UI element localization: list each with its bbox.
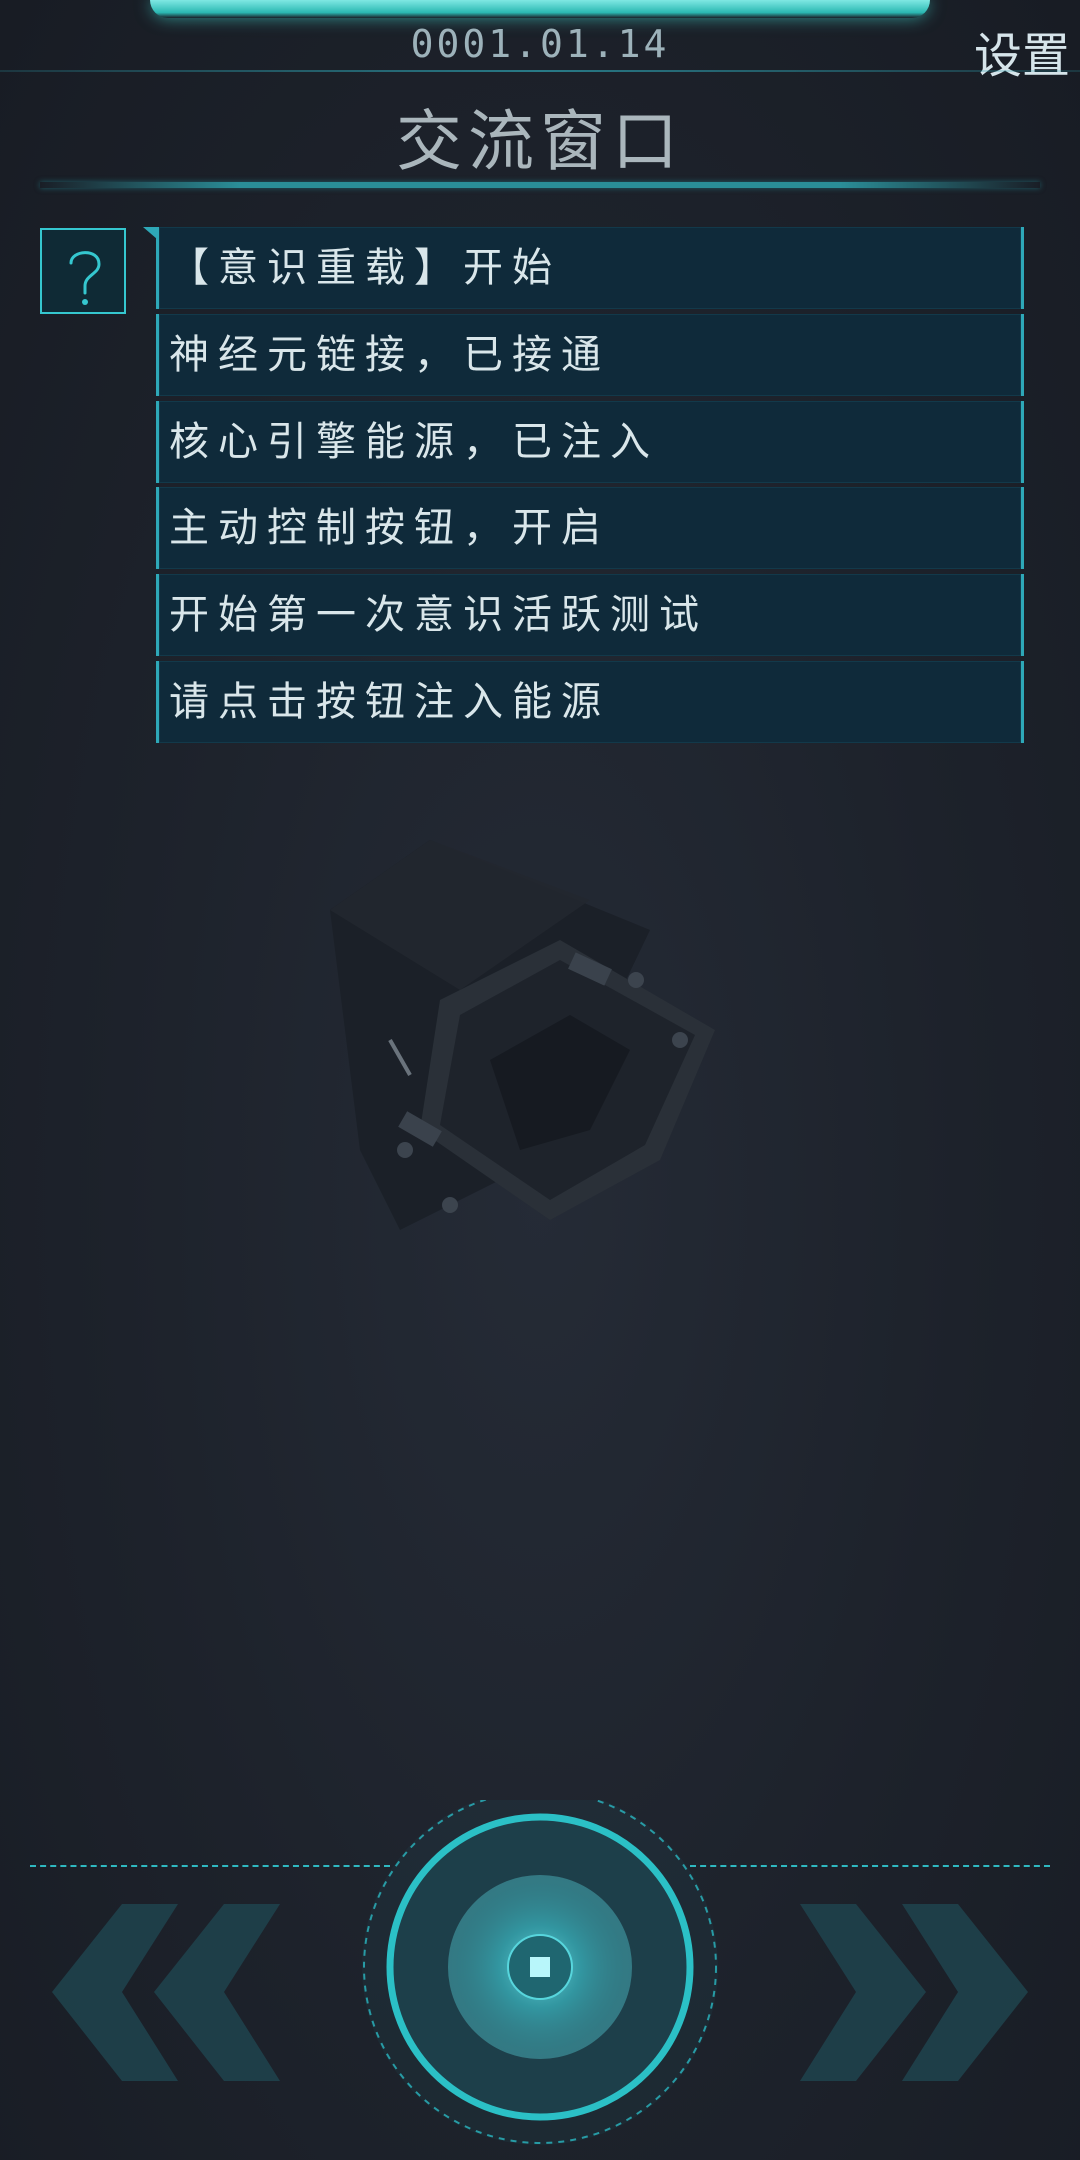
top-glow-strip (150, 0, 930, 18)
message-row: 开始第一次意识活跃测试 (156, 574, 1024, 657)
message-text: 核心引擎能源，已注入 (169, 418, 659, 465)
message-row: 请点击按钮注入能源 (156, 660, 1024, 743)
message-text: 【意识重载】开始 (169, 245, 561, 291)
dashed-line-left (30, 1865, 390, 1867)
header-divider (0, 70, 1080, 72)
message-row: 【意识重载】开始 (143, 227, 1024, 309)
message-row: 核心引擎能源，已注入 (156, 400, 1024, 483)
message-text: 请点击按钮注入能源 (169, 678, 610, 725)
title-divider (40, 182, 1040, 188)
question-icon[interactable] (40, 228, 126, 314)
page-title: 交流窗口 (396, 103, 684, 180)
message-text: 主动控制按钮，开启 (169, 505, 610, 552)
message-row: 神经元链接，已接通 (156, 313, 1024, 396)
dashed-line-right (690, 1865, 1050, 1867)
energy-core-button[interactable] (360, 1800, 720, 2160)
spaceship-image (330, 840, 715, 1230)
message-text: 开始第一次意识活跃测试 (169, 592, 708, 639)
message-list: 【意识重载】开始 神经元链接，已接通 核心引擎能源，已注入 主动控制按钮，开启 … (143, 227, 1024, 748)
game-date: 0001.01.14 (410, 22, 670, 66)
double-chevron-right-icon[interactable] (782, 1900, 1032, 2085)
message-row: 主动控制按钮，开启 (156, 487, 1024, 570)
message-text: 神经元链接，已接通 (169, 331, 610, 378)
double-chevron-left-icon[interactable] (48, 1900, 298, 2085)
settings-button[interactable]: 设置 (974, 16, 1070, 86)
